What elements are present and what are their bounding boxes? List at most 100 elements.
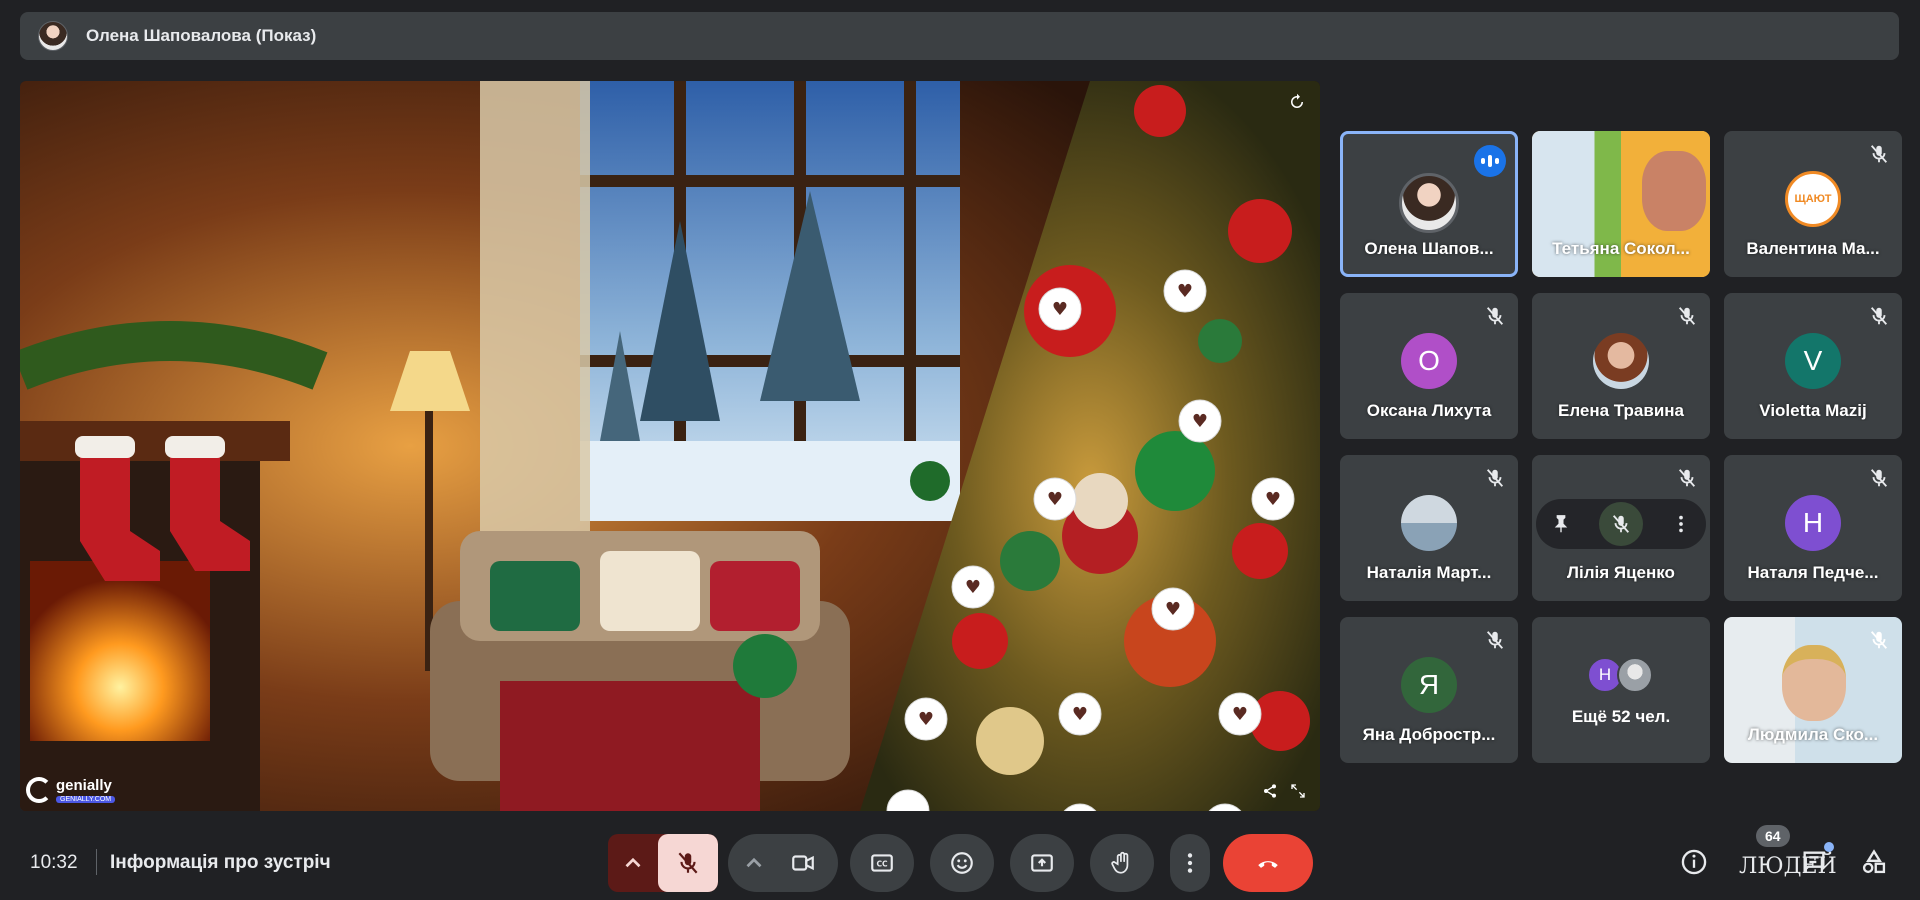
participant-name: Наталія Март... <box>1366 563 1492 582</box>
participant-name: Валентина Ма... <box>1746 239 1880 258</box>
avatar: Н <box>1785 495 1841 551</box>
mic-toggle-button[interactable] <box>658 834 718 892</box>
svg-text:♥: ♥ <box>965 577 981 598</box>
avatar <box>1401 495 1457 551</box>
chevron-up-icon <box>746 857 762 868</box>
avatar <box>1617 657 1653 693</box>
chat-notification-dot <box>1824 842 1834 852</box>
activities-button[interactable] <box>1858 846 1890 878</box>
mic-off-icon <box>1870 145 1888 163</box>
more-participants-label: Ещё 52 чел. <box>1571 707 1671 726</box>
presenter-avatar <box>38 21 68 51</box>
more-vert-icon <box>1187 853 1193 873</box>
svg-text:CC: CC <box>876 859 888 868</box>
svg-text:♥: ♥ <box>1232 704 1248 725</box>
microphone-control <box>608 834 718 892</box>
avatar: О <box>1401 333 1457 389</box>
leave-call-button[interactable] <box>1223 834 1313 892</box>
avatar: Я <box>1401 657 1457 713</box>
captions-button[interactable]: CC <box>850 834 914 892</box>
chevron-up-icon <box>625 857 641 868</box>
svg-text:♥: ♥ <box>1052 299 1068 320</box>
more-participants-tile[interactable]: Н Ещё 52 чел. <box>1532 617 1710 763</box>
fullscreen-icon[interactable] <box>1290 783 1306 799</box>
mic-off-icon <box>1870 469 1888 487</box>
mic-off-icon <box>1612 515 1630 533</box>
present-screen-button[interactable] <box>1010 834 1074 892</box>
present-screen-icon <box>1031 854 1053 872</box>
genially-logo: genially GENIALLY.COM <box>26 777 116 803</box>
mic-off-icon <box>1486 469 1504 487</box>
mic-options-button[interactable] <box>608 834 658 892</box>
activities-icon <box>1862 849 1886 874</box>
meeting-details-button[interactable] <box>1678 846 1710 878</box>
participant-tile[interactable]: Я Яна Добростр... <box>1340 617 1518 763</box>
svg-text:♥: ♥ <box>1072 704 1088 725</box>
presentation-rotate-icon[interactable] <box>1288 93 1306 111</box>
mic-off-icon <box>1486 631 1504 649</box>
reactions-button[interactable] <box>930 834 994 892</box>
participant-tile[interactable]: Людмила Ско... <box>1724 617 1902 763</box>
mic-off-icon <box>678 852 698 874</box>
share-icon[interactable] <box>1262 783 1278 799</box>
participant-name: Олена Шапов... <box>1364 239 1494 258</box>
mic-off-icon <box>1678 307 1696 325</box>
chat-icon <box>1803 851 1825 873</box>
mic-off-icon <box>1678 469 1696 487</box>
more-options-button[interactable] <box>1170 834 1210 892</box>
participant-name: Яна Добростр... <box>1362 725 1496 744</box>
mic-off-icon <box>1870 307 1888 325</box>
avatar: ЩАЮТ <box>1785 171 1841 227</box>
camera-options-button[interactable] <box>734 850 774 876</box>
participant-name: Наталя Педче... <box>1747 563 1879 582</box>
participant-tile[interactable]: Олена Шапов... <box>1340 131 1518 277</box>
presenter-name: Олена Шаповалова (Показ) <box>86 26 317 45</box>
meeting-info-link[interactable]: Інформація про зустріч <box>110 852 331 874</box>
bottom-control-bar: 10:32 Інформація про зустріч CC 64 ЛЮДЕЙ <box>0 820 1920 900</box>
video-camera-icon <box>792 855 814 871</box>
participant-name: Оксана Лихута <box>1366 401 1492 420</box>
raise-hand-button[interactable] <box>1090 834 1154 892</box>
participant-tile[interactable]: ЩАЮТ Валентина Ма... <box>1724 131 1902 277</box>
people-count-badge: 64 <box>1756 825 1790 847</box>
participant-tile[interactable]: Н Наталя Педче... <box>1724 455 1902 601</box>
svg-text:♥: ♥ <box>1177 281 1193 302</box>
pin-icon[interactable] <box>1550 513 1572 535</box>
clock: 10:32 <box>30 852 78 873</box>
participant-name: Людмила Ско... <box>1747 725 1879 744</box>
participant-name: Тетьяна Сокол... <box>1552 239 1690 258</box>
participant-tile[interactable]: Наталія Март... <box>1340 455 1518 601</box>
genially-logo-icon <box>26 777 52 803</box>
genially-brand-sub: GENIALLY.COM <box>56 796 116 803</box>
speaking-indicator-icon <box>1474 145 1506 177</box>
mic-off-icon <box>1486 307 1504 325</box>
svg-text:♥: ♥ <box>1165 599 1181 620</box>
svg-text:♥: ♥ <box>1192 411 1208 432</box>
divider <box>96 849 97 875</box>
participant-name: Елена Травина <box>1557 401 1684 420</box>
participant-tile[interactable]: Тетьяна Сокол... <box>1532 131 1710 277</box>
svg-text:♥: ♥ <box>1265 489 1281 510</box>
raise-hand-icon <box>1111 851 1129 874</box>
participant-video-face <box>1642 151 1706 231</box>
mic-off-icon <box>1870 631 1888 649</box>
participant-name: Лілія Яценко <box>1567 563 1675 582</box>
participant-video-face <box>1782 645 1846 721</box>
avatar <box>1399 173 1459 233</box>
mute-participant-button[interactable] <box>1598 502 1643 546</box>
participant-name: Violetta Mazij <box>1759 401 1867 420</box>
svg-text:♥: ♥ <box>1047 489 1063 510</box>
participant-tile[interactable]: О Оксана Лихута <box>1340 293 1518 439</box>
more-participants-avatars: Н <box>1587 657 1653 693</box>
svg-text:♥: ♥ <box>918 709 934 730</box>
participant-tile[interactable]: V Violetta Mazij <box>1724 293 1902 439</box>
presentation-stage[interactable]: ♥ ♥ ♥ ♥ ♥ ♥ ♥ ♥ ♥ ♥ genially GENIALLY.CO… <box>20 81 1320 811</box>
camera-toggle-button[interactable] <box>774 834 832 892</box>
participant-tile[interactable]: Елена Травина <box>1532 293 1710 439</box>
genially-brand: genially <box>56 777 112 794</box>
participant-tile[interactable]: Лілія Яценко <box>1532 455 1710 601</box>
camera-control <box>728 834 838 892</box>
info-icon <box>1681 849 1707 875</box>
more-vert-icon[interactable] <box>1670 513 1692 535</box>
tile-hover-controls <box>1536 499 1706 549</box>
